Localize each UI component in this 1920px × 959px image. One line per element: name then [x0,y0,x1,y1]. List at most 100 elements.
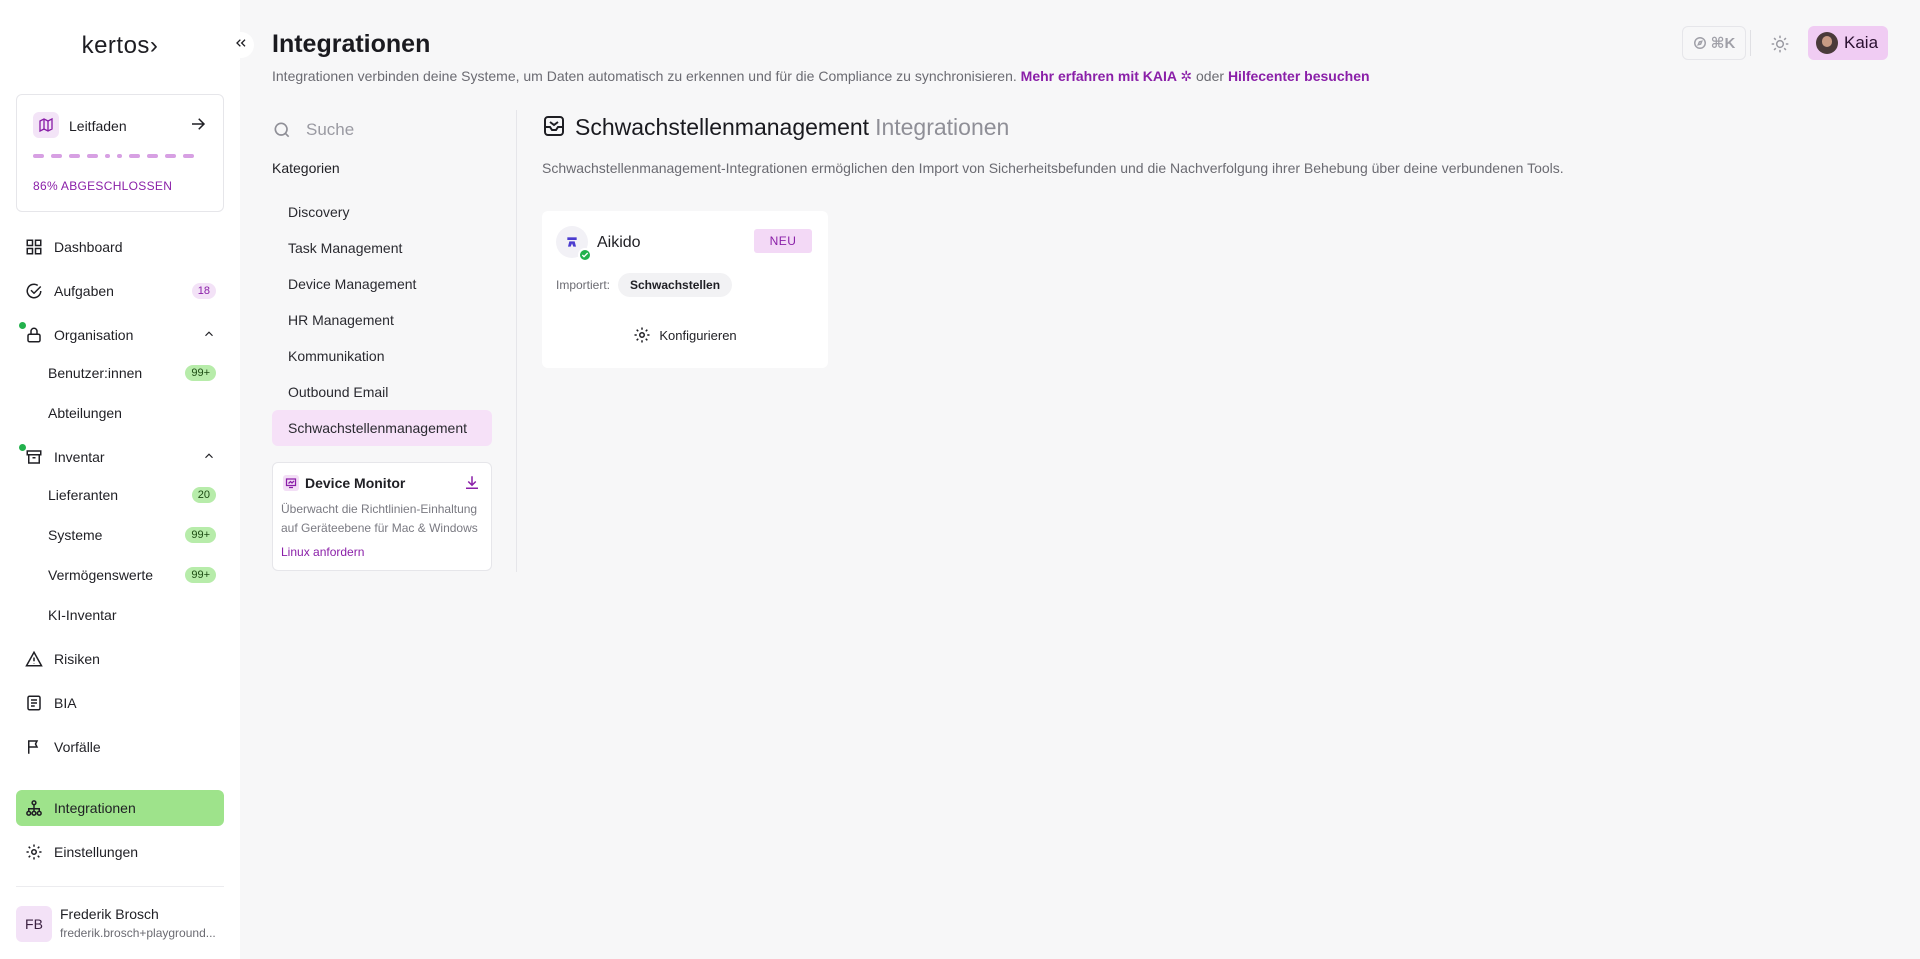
page-description: Integrationen verbinden deine Systeme, u… [272,68,1370,85]
search-input[interactable]: Suche [306,120,354,140]
nav-label: Aufgaben [54,283,114,299]
integration-card-aikido[interactable]: Aikido NEU Importiert: Schwachstellen Ko… [542,211,828,368]
guide-progress [33,154,194,158]
nav-vorfaelle[interactable]: Vorfälle [16,729,224,765]
nav-label: Lieferanten [48,487,119,503]
imports-chip: Schwachstellen [618,273,733,297]
lock-icon [19,322,44,345]
dashboard-icon [24,237,44,257]
archive-icon [19,444,44,467]
section-title-sub: Integrationen [875,114,1010,140]
chevron-up-icon[interactable] [202,449,216,466]
category-discovery[interactable]: Discovery [272,194,492,230]
section-title-main: Schwachstellenmanagement [575,114,870,140]
nav-bia[interactable]: BIA [16,685,224,721]
task-count-badge: 18 [191,283,216,299]
nav-label: Benutzer:innen [48,365,143,381]
monitor-icon [283,475,299,491]
search-field[interactable]: Suche [272,112,492,148]
nav-label: KI-Inventar [48,607,117,623]
shortcut-label: ⌘K [1710,35,1736,52]
user-profile[interactable]: FB Frederik Brosch frederik.brosch+playg… [16,904,224,944]
help-center-link[interactable]: Hilfecenter besuchen [1228,68,1370,84]
category-kommunikation[interactable]: Kommunikation [272,338,492,374]
inbox-icon [542,114,566,138]
nav-inventar[interactable]: Inventar [16,439,224,475]
categories-heading: Kategorien [272,160,340,176]
compass-icon [1693,36,1707,50]
count-badge: 99+ [185,365,216,381]
sidebar-divider [16,886,224,887]
chevron-up-icon[interactable] [202,327,216,344]
guide-label: Leitfaden [69,118,127,134]
section-title: Schwachstellenmanagement Integrationen [575,114,1009,141]
configure-button[interactable]: Konfigurieren [542,326,828,344]
nav-label: Einstellungen [54,844,139,860]
nav-benutzer[interactable]: Benutzer:innen 99+ [48,358,224,388]
guide-card[interactable]: Leitfaden 86% ABGESCHLOSSEN [16,94,224,212]
count-badge: 99+ [185,527,216,543]
sun-icon [1770,34,1790,54]
theme-toggle-button[interactable] [1768,32,1792,56]
guide-status: 86% ABGESCHLOSSEN [33,179,173,193]
check-circle-icon [24,281,44,301]
gear-icon [633,326,651,344]
kaia-link[interactable]: Mehr erfahren mit KAIA ✲ [1021,68,1192,84]
nav-einstellungen[interactable]: Einstellungen [16,834,224,870]
kertos-logo[interactable]: kertos› [0,32,240,60]
nav-label: Abteilungen [48,405,122,421]
notification-dot [19,322,26,329]
nav-label: BIA [54,695,77,711]
nav-vermoegenswerte[interactable]: Vermögenswerte 99+ [48,560,224,590]
nav-abteilungen[interactable]: Abteilungen [48,398,224,428]
panel-divider [516,110,517,572]
nav-integrationen[interactable]: Integrationen [16,790,224,826]
category-outbound-email[interactable]: Outbound Email [272,374,492,410]
map-icon [33,112,59,138]
configure-label: Konfigurieren [659,327,737,343]
notification-dot [19,444,26,451]
nav-label: Integrationen [54,800,136,816]
connector-text: oder [1196,68,1225,84]
document-icon [24,693,44,713]
nav-ki-inventar[interactable]: KI-Inventar [48,600,224,630]
collapse-sidebar-button[interactable] [228,32,254,58]
category-hr-management[interactable]: HR Management [272,302,492,338]
command-palette-button[interactable]: ⌘K [1682,26,1746,60]
nav-organisation[interactable]: Organisation [16,317,224,353]
nav-lieferanten[interactable]: Lieferanten 20 [48,480,224,510]
user-email: frederik.brosch+playground... [60,926,216,940]
integration-name: Aikido [597,234,641,251]
download-icon[interactable] [463,474,481,497]
nav-label: Dashboard [54,239,123,255]
device-monitor-text: Überwacht die Richtlinien-Einhaltung auf… [281,502,478,535]
nav-label: Risiken [54,651,100,667]
nav-risiken[interactable]: Risiken [16,641,224,677]
linux-request-link[interactable]: Linux anfordern [281,545,364,559]
device-monitor-card: Device Monitor Überwacht die Richtlinien… [272,462,492,571]
warning-icon [24,649,44,669]
imports-label: Importiert: [556,278,611,292]
kaia-label: Kaia [1844,33,1879,52]
search-icon [272,120,292,140]
nav-aufgaben[interactable]: Aufgaben 18 [16,273,224,309]
description-text: Integrationen verbinden deine Systeme, u… [272,68,1017,84]
avatar: FB [16,906,52,942]
flag-icon [24,737,44,757]
section-description: Schwachstellenmanagement-Integrationen e… [542,160,1564,176]
header-divider [1750,30,1751,56]
count-badge: 20 [191,487,216,503]
nav-dashboard[interactable]: Dashboard [16,229,224,265]
category-schwachstellenmanagement[interactable]: Schwachstellenmanagement [272,410,492,446]
nav-label: Vermögenswerte [48,567,154,583]
category-device-management[interactable]: Device Management [272,266,492,302]
nav-label: Organisation [54,327,134,343]
network-icon [24,798,44,818]
arrow-right-icon[interactable] [189,115,207,138]
category-task-management[interactable]: Task Management [272,230,492,266]
device-monitor-title: Device Monitor [305,475,406,491]
chevrons-left-icon [233,35,249,56]
nav-systeme[interactable]: Systeme 99+ [48,520,224,550]
nav-label: Systeme [48,527,103,543]
kaia-assistant-button[interactable]: Kaia [1808,26,1888,60]
